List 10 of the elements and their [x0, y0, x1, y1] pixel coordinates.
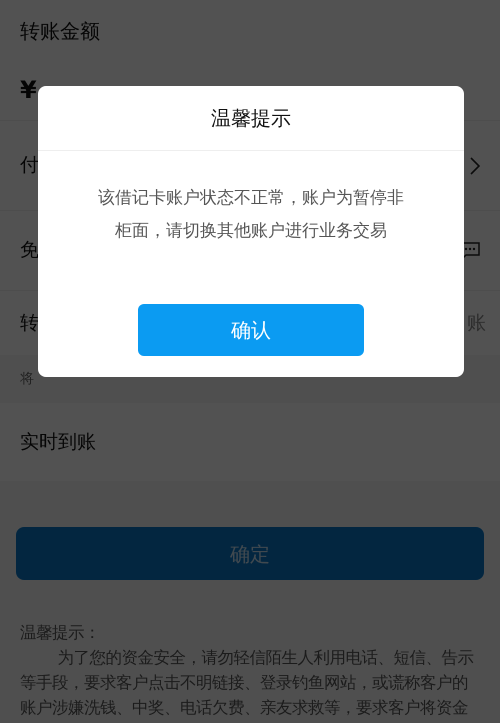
row-label: 转: [20, 310, 39, 336]
dialog-title: 温馨提示: [38, 86, 464, 151]
arrival-label: 实时到账: [20, 430, 96, 455]
row-label: 免: [20, 238, 39, 264]
row-label: 付: [20, 153, 39, 178]
chevron-icon: [470, 156, 480, 174]
currency-symbol: ¥: [20, 75, 37, 106]
dialog-message: 该借记卡账户状态不正常，账户为暂停非柜面，请切换其他账户进行业务交易: [97, 187, 405, 243]
page-title: 转账金额: [20, 18, 100, 45]
confirm-button[interactable]: 确认: [138, 304, 364, 356]
